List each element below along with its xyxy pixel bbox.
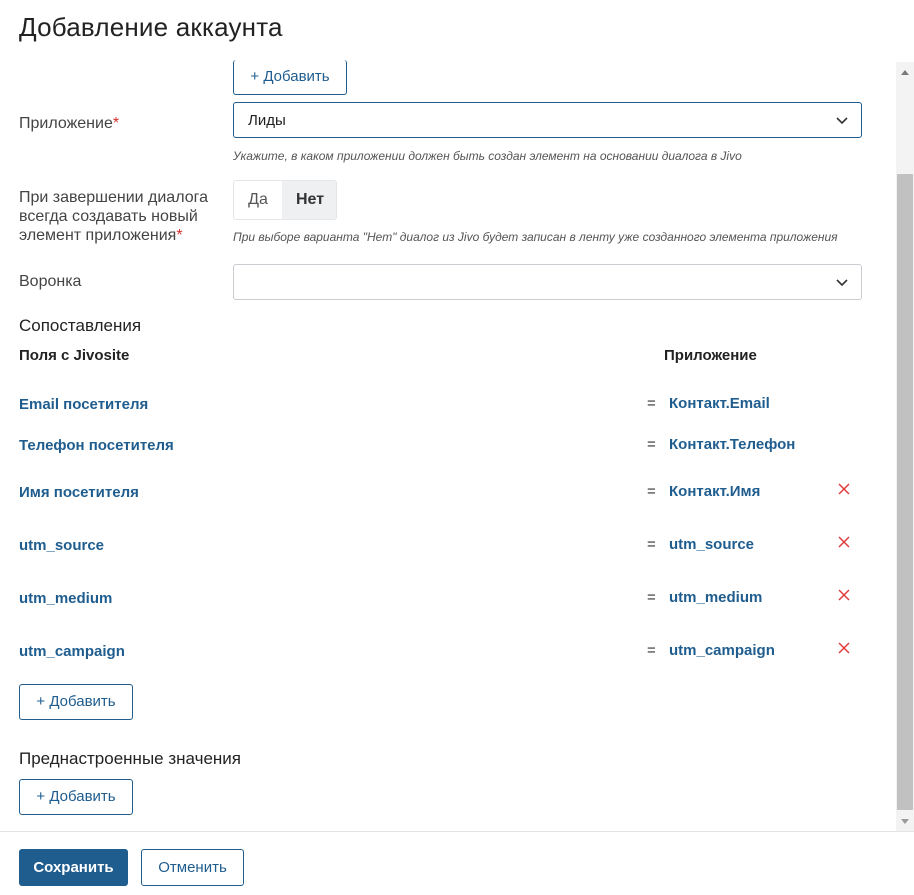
- mapping-target-field[interactable]: utm_source: [669, 536, 754, 553]
- mapping-equals-sign: =: [647, 589, 656, 606]
- mapping-row: utm_campaign = utm_campaign: [0, 641, 914, 663]
- presets-title: Преднастроенные значения: [19, 749, 242, 768]
- mapping-source-field[interactable]: utm_source: [19, 537, 104, 554]
- toggle-option-yes[interactable]: Да: [234, 181, 282, 219]
- mapping-equals-sign: =: [647, 395, 656, 412]
- dialog-title: Добавление аккаунта: [19, 12, 283, 42]
- cancel-button[interactable]: Отменить: [141, 849, 244, 886]
- mapping-row: utm_source = utm_source: [0, 535, 914, 557]
- scroll-up-arrow-icon[interactable]: [901, 70, 909, 75]
- delete-row-icon[interactable]: [837, 482, 851, 496]
- scroll-down-arrow-icon[interactable]: [901, 819, 909, 824]
- mapping-target-field[interactable]: Контакт.Имя: [669, 483, 760, 500]
- mapping-row: Имя посетителя = Контакт.Имя: [0, 482, 914, 504]
- delete-row-icon[interactable]: [837, 535, 851, 549]
- mapping-equals-sign: =: [647, 642, 656, 659]
- required-mark: *: [176, 227, 183, 244]
- mapping-equals-sign: =: [647, 436, 656, 453]
- on-finish-label-line-3-text: элемент приложения: [19, 227, 177, 244]
- on-finish-label-line-1: При завершении диалога: [19, 189, 208, 206]
- application-hint: Укажите, в каком приложении должен быть …: [233, 149, 742, 163]
- save-button[interactable]: Сохранить: [19, 849, 128, 886]
- dialog-footer: Сохранить Отменить: [0, 831, 914, 895]
- mapping-source-field[interactable]: utm_campaign: [19, 643, 125, 660]
- mapping-target-field[interactable]: utm_campaign: [669, 642, 775, 659]
- mapping-row: utm_medium = utm_medium: [0, 588, 914, 610]
- mapping-source-field[interactable]: Имя посетителя: [19, 484, 139, 501]
- funnel-label: Воронка: [19, 273, 82, 290]
- on-finish-label-line-2: всегда создавать новый: [19, 208, 198, 225]
- mapping-target-field[interactable]: utm_medium: [669, 589, 762, 606]
- mapping-source-field[interactable]: utm_medium: [19, 590, 112, 607]
- delete-row-icon[interactable]: [837, 641, 851, 655]
- mappings-col-source: Поля с Jivosite: [19, 347, 130, 364]
- mapping-target-field[interactable]: Контакт.Телефон: [669, 436, 795, 453]
- chevron-down-icon: [836, 117, 848, 125]
- mapping-target-field[interactable]: Контакт.Email: [669, 395, 770, 412]
- mapping-equals-sign: =: [647, 536, 656, 553]
- presets-add-button[interactable]: + Добавить: [19, 779, 133, 815]
- application-select[interactable]: Лиды: [233, 102, 862, 138]
- mappings-title: Сопоставления: [19, 316, 142, 335]
- mapping-row: Email посетителя = Контакт.Email: [0, 395, 914, 416]
- delete-row-icon[interactable]: [837, 588, 851, 602]
- mappings-add-button[interactable]: + Добавить: [19, 684, 133, 720]
- on-finish-label-line-3: элемент приложения*: [19, 226, 208, 245]
- required-mark: *: [112, 115, 120, 132]
- chevron-down-icon: [836, 279, 848, 287]
- mapping-row: Телефон посетителя = Контакт.Телефон: [0, 436, 914, 457]
- mapping-source-field[interactable]: Email посетителя: [19, 396, 148, 413]
- toggle-option-no[interactable]: Нет: [282, 181, 336, 219]
- dialog-body: + Добавить Приложение* Лиды Укажите, в к…: [0, 58, 914, 831]
- mapping-equals-sign: =: [647, 483, 656, 500]
- mapping-source-field[interactable]: Телефон посетителя: [19, 437, 174, 454]
- funnel-select[interactable]: [233, 264, 862, 300]
- on-finish-label: При завершении диалога всегда создавать …: [19, 188, 208, 245]
- application-label-text: Приложение: [19, 115, 113, 132]
- scrollbar-thumb[interactable]: [897, 174, 913, 810]
- vertical-scrollbar[interactable]: [896, 62, 914, 831]
- on-finish-hint: При выборе варианта "Нет" диалог из Jivo…: [233, 230, 838, 244]
- mappings-col-target: Приложение: [664, 347, 757, 364]
- on-finish-toggle: Да Нет: [233, 180, 337, 220]
- add-above-button[interactable]: + Добавить: [233, 60, 347, 95]
- application-select-value: Лиды: [248, 112, 286, 129]
- application-label: Приложение*: [19, 115, 119, 133]
